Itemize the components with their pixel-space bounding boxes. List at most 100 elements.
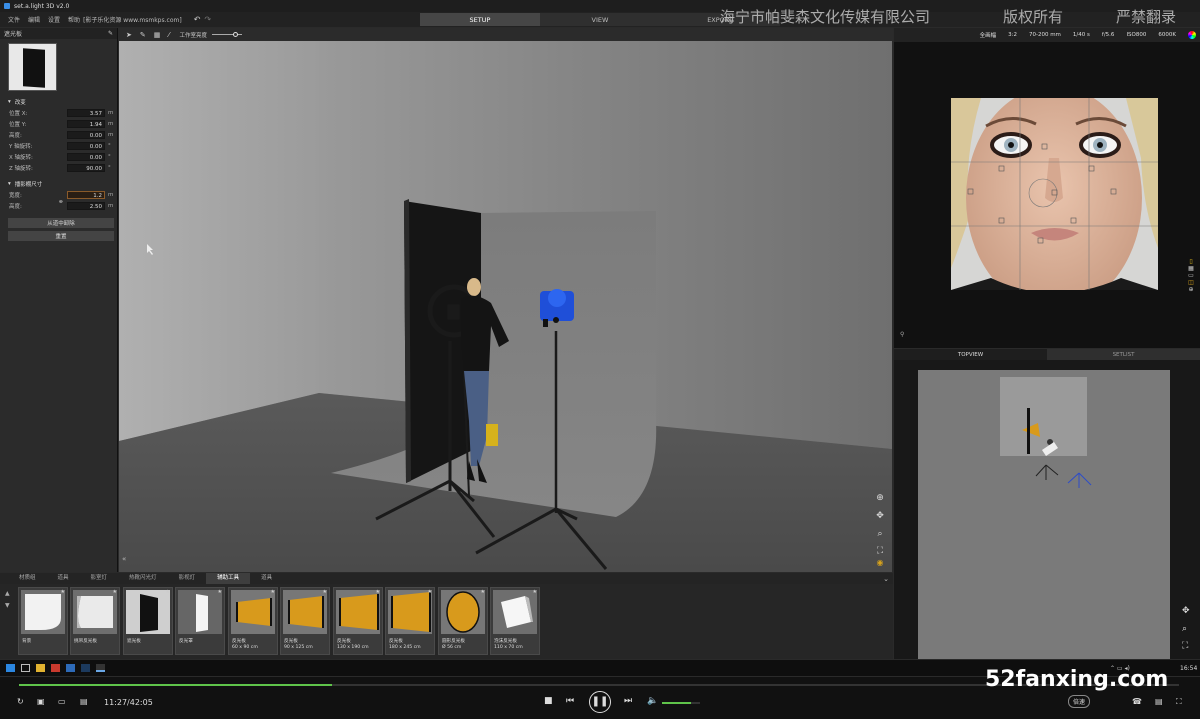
stop-icon[interactable]: ■	[544, 696, 553, 706]
iso-value[interactable]: ISO800	[1126, 32, 1146, 38]
orbit-icon[interactable]: ⊕	[873, 493, 887, 503]
favorite-icon[interactable]: ★	[271, 589, 275, 595]
favorite-icon[interactable]: ★	[323, 589, 327, 595]
ruler-icon[interactable]: ⁄	[168, 31, 169, 39]
topview-panel[interactable]: ✥ ⌕ ⛶	[894, 360, 1200, 659]
histogram-icon[interactable]: ▯	[1184, 258, 1198, 265]
fullscreen-icon[interactable]: ⛶	[1176, 697, 1182, 707]
tab-setlist[interactable]: SETLIST	[1047, 349, 1200, 360]
pause-button[interactable]: ❚❚	[589, 691, 611, 713]
link-ratio-icon[interactable]: ⚭	[58, 198, 64, 206]
camera-view-icon[interactable]: ◉	[873, 558, 887, 567]
menu-edit[interactable]: 编辑	[28, 15, 40, 24]
app-red-icon[interactable]	[51, 664, 60, 672]
pan-icon[interactable]: ✥	[873, 511, 887, 521]
pin-icon[interactable]: ✎	[108, 30, 113, 37]
library-item[interactable]: ★ 反光板 90 x 125 cm	[280, 587, 330, 655]
windows-start-icon[interactable]	[6, 664, 15, 672]
favorite-icon[interactable]: ★	[376, 589, 380, 595]
volume-icon[interactable]: 🔈	[647, 696, 658, 706]
volume-track[interactable]	[662, 702, 700, 704]
favorite-icon[interactable]: ★	[533, 589, 537, 595]
library-item[interactable]: ★ 泡沫反光板 110 x 70 cm	[490, 587, 540, 655]
shutter-value[interactable]: 1/40 s	[1073, 32, 1090, 38]
height-field[interactable]: 0.00	[67, 130, 105, 139]
rot-z-field[interactable]: 90.00	[67, 163, 105, 172]
library-item[interactable]: ★ 反光罩	[175, 587, 225, 655]
lib-tab-studio-lights[interactable]: 影室灯	[80, 573, 119, 584]
tab-topview[interactable]: TOPVIEW	[894, 349, 1047, 360]
lib-tab-speedlights[interactable]: 热靴闪光灯	[118, 573, 168, 584]
grid-icon[interactable]: ▦	[154, 31, 161, 39]
pos-x-field[interactable]: 3.57	[67, 108, 105, 117]
grid-toggle-icon[interactable]: ▦	[1184, 265, 1198, 272]
light-meter-icon[interactable]: ◫	[1184, 279, 1198, 286]
lib-tab-accessories[interactable]: 辅助工具	[206, 573, 251, 584]
task-view-icon[interactable]	[21, 664, 30, 672]
lib-tab-props-2[interactable]: 道具	[250, 573, 283, 584]
lib-tab-video-lights[interactable]: 影视灯	[168, 573, 207, 584]
fit-view-icon[interactable]: ⛶	[873, 546, 887, 556]
frame-icon[interactable]: ▭	[1184, 272, 1198, 279]
rot-y-field[interactable]: 0.00	[67, 141, 105, 150]
library-scroll-up-icon[interactable]: ▲	[5, 590, 10, 597]
menu-settings[interactable]: 设置	[48, 15, 60, 24]
width-field[interactable]: 1.2	[67, 190, 105, 199]
zoom-icon[interactable]: ⌕	[873, 529, 887, 539]
prev-icon[interactable]: ⏮	[566, 696, 574, 706]
library-item[interactable]: ★ 反光板 130 x 190 cm	[333, 587, 383, 655]
library-item[interactable]: ★ 挑吊反光板	[70, 587, 120, 655]
reset-button[interactable]: 重置	[8, 231, 114, 241]
orbit-cam-icon[interactable]: ⊕	[1184, 286, 1198, 293]
tab-view[interactable]: VIEW	[540, 13, 660, 26]
library-collapse-icon[interactable]: ⌄	[883, 575, 889, 583]
3d-viewport[interactable]: «	[119, 41, 892, 572]
lib-tab-props[interactable]: 道具	[47, 573, 80, 584]
setalight-taskbar-icon[interactable]	[96, 664, 105, 672]
favorite-icon[interactable]: ★	[113, 589, 117, 595]
brightness-slider[interactable]	[212, 32, 243, 37]
menu-help[interactable]: 帮助	[68, 15, 80, 24]
remove-button[interactable]: 从道中卸除	[8, 218, 114, 228]
section-change[interactable]: ▾ 改变	[0, 97, 117, 107]
height2-field[interactable]: 2.50	[67, 201, 105, 210]
slider-knob[interactable]	[232, 32, 238, 37]
library-item[interactable]: ★ 反光板 60 x 90 cm	[228, 587, 278, 655]
section-size[interactable]: ▾ 播影棚尺寸	[0, 179, 117, 189]
pen-tool-icon[interactable]: ✎	[140, 31, 146, 39]
phone-icon[interactable]: ☎	[1132, 697, 1142, 706]
favorite-icon[interactable]: ★	[166, 589, 170, 595]
lens-value[interactable]: 70-200 mm	[1029, 32, 1061, 38]
library-item[interactable]: ★ 遮光板	[123, 587, 173, 655]
library-item[interactable]: ★ 反光板 180 x 245 cm	[385, 587, 435, 655]
danmaku-icon[interactable]: ▤	[80, 697, 88, 706]
favorite-icon[interactable]: ★	[428, 589, 432, 595]
zoom-topview-icon[interactable]: ⌕	[1182, 624, 1187, 634]
quality-button[interactable]: 倍速	[1068, 695, 1091, 708]
screenshot-icon[interactable]: ▣	[37, 697, 45, 706]
redo-icon[interactable]: ↷	[204, 15, 211, 24]
favorite-icon[interactable]: ★	[218, 589, 222, 595]
favorite-icon[interactable]: ★	[481, 589, 485, 595]
library-scroll-down-icon[interactable]: ▼	[5, 602, 10, 609]
sensor-format[interactable]: 全画幅	[980, 31, 997, 39]
undo-icon[interactable]: ↶	[194, 15, 201, 24]
select-tool-icon[interactable]: ➤	[126, 31, 132, 39]
lock-icon[interactable]: ⚲	[900, 331, 904, 338]
next-icon[interactable]: ⏭	[624, 696, 632, 706]
photoshop-icon[interactable]	[81, 664, 90, 672]
tab-setup[interactable]: SETUP	[420, 13, 540, 26]
library-item[interactable]: ★ 背景	[18, 587, 68, 655]
favorite-icon[interactable]: ★	[61, 589, 65, 595]
kelvin-value[interactable]: 6000K	[1158, 32, 1176, 38]
comment-icon[interactable]: ▭	[58, 697, 66, 706]
rot-x-field[interactable]: 0.00	[67, 152, 105, 161]
app-blue-icon[interactable]	[66, 664, 75, 672]
loop-icon[interactable]: ↻	[17, 697, 24, 706]
file-explorer-icon[interactable]	[36, 664, 45, 672]
fit-topview-icon[interactable]: ⛶	[1182, 641, 1188, 651]
library-item[interactable]: ★ 圆形反光板 Ø 56 cm	[438, 587, 488, 655]
lib-tab-materials[interactable]: 材质组	[8, 573, 47, 584]
menu-file[interactable]: 文件	[8, 15, 20, 24]
pos-y-field[interactable]: 1.94	[67, 119, 105, 128]
